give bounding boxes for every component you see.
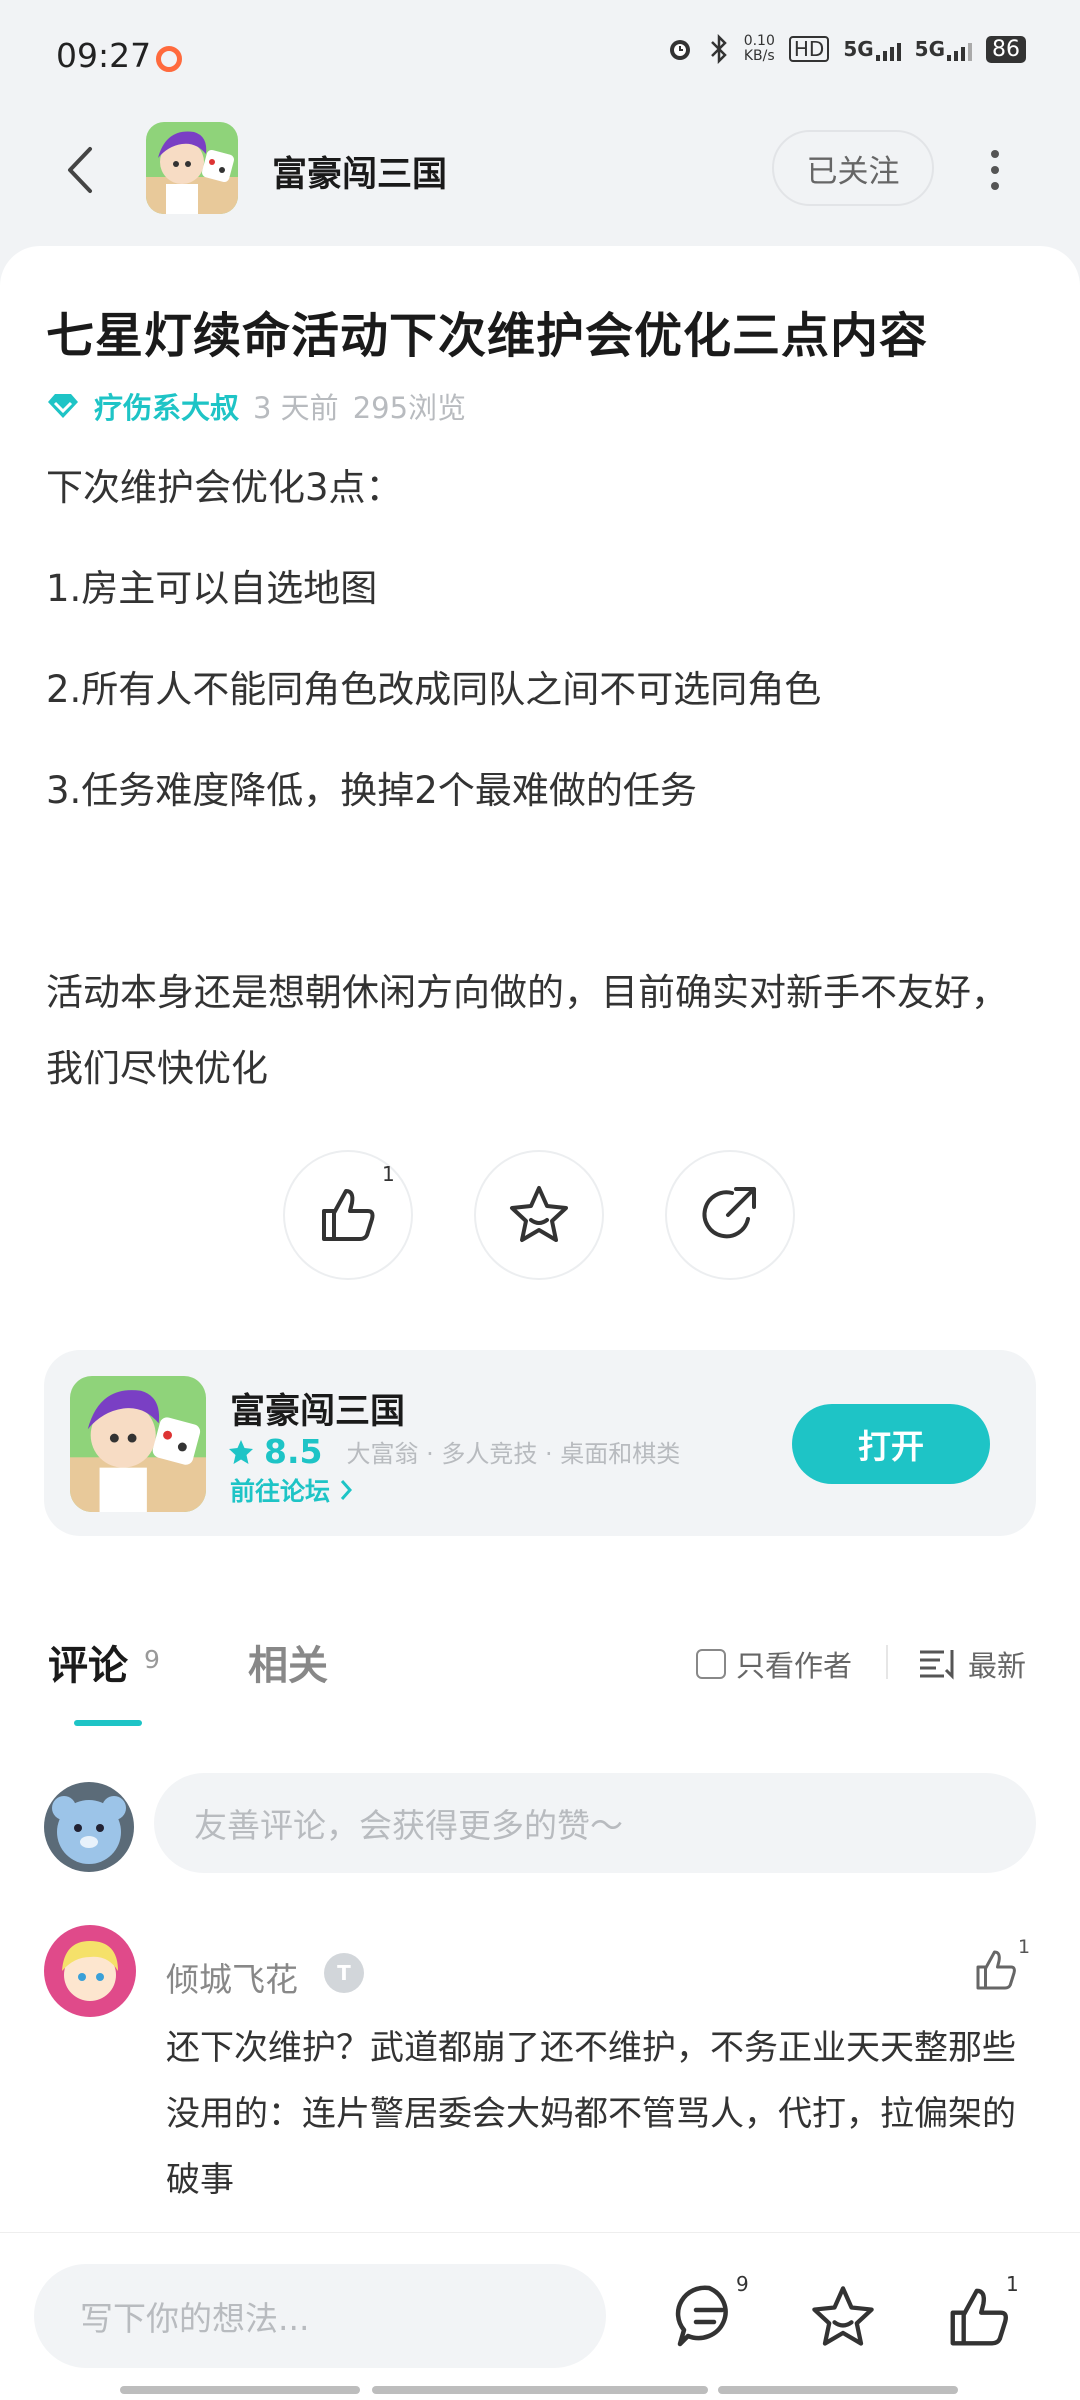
nav-pill	[718, 2386, 958, 2394]
game-score: 8.5	[264, 1432, 323, 1471]
game-rating-row: 8.5 大富翁 · 多人竞技 · 桌面和棋类	[228, 1432, 680, 1471]
comment-count: 9	[736, 2272, 749, 2296]
game-card-logo[interactable]	[70, 1376, 206, 1512]
post-views: 295浏览	[352, 391, 467, 425]
hd-icon: HD	[788, 36, 830, 62]
nav-pill	[120, 2386, 360, 2394]
post-paragraph: 下次维护会优化3点：	[46, 466, 403, 509]
game-card-name: 富豪闯三国	[230, 1392, 406, 1432]
sort-icon	[920, 1650, 954, 1680]
comment-like-count: 1	[1018, 1936, 1031, 1958]
share-button[interactable]	[665, 1150, 795, 1280]
signal-1: 5G	[843, 37, 901, 61]
battery-icon: 86	[986, 35, 1026, 63]
notification-dot-icon	[156, 46, 182, 72]
alarm-icon	[669, 40, 690, 60]
bottom-like-count: 1	[1006, 2272, 1019, 2296]
my-avatar[interactable]	[44, 1782, 134, 1872]
tab-comments-count: 9	[144, 1645, 160, 1674]
signal-2: 5G	[915, 37, 972, 61]
chevron-right-icon	[340, 1480, 353, 1500]
author-only-label: 只看作者	[736, 1649, 853, 1683]
post-paragraph: 活动本身还是想朝休闲方向做的，目前确实对新手不友好，我们尽快优化	[46, 971, 1008, 1090]
active-tab-indicator	[74, 1720, 142, 1726]
back-arrow-icon[interactable]	[58, 145, 108, 195]
post-paragraph: 2.所有人不能同角色改成同队之间不可选同角色	[46, 668, 822, 711]
status-icons: 0.10 KB/s HD 5G 5G 86	[666, 34, 1026, 64]
post-paragraph: 3.任务难度降低，换掉2个最难做的任务	[46, 769, 697, 812]
game-tags: 大富翁 · 多人竞技 · 桌面和棋类	[346, 1440, 681, 1468]
sort-label: 最新	[968, 1649, 1027, 1683]
comment-author-name[interactable]: 倾城飞花	[166, 1953, 298, 2001]
post-paragraph: 1.房主可以自选地图	[46, 567, 378, 610]
star-icon	[510, 1186, 568, 1242]
header-game-title[interactable]: 富豪闯三国	[272, 146, 447, 197]
signal-bars-icon	[875, 43, 901, 61]
open-game-button[interactable]: 打开	[792, 1404, 990, 1484]
tab-comments[interactable]: 评论	[48, 1633, 128, 1691]
more-options-icon[interactable]	[982, 148, 1008, 192]
game-logo[interactable]	[146, 122, 238, 214]
favorite-button[interactable]	[474, 1150, 604, 1280]
status-time: 09:27	[56, 36, 152, 75]
thumbs-up-icon[interactable]	[944, 2282, 1014, 2352]
comment-bubble-icon[interactable]	[674, 2282, 744, 2352]
signal-bars-icon	[947, 43, 972, 61]
tab-related[interactable]: 相关	[248, 1633, 328, 1691]
favorite-icon[interactable]	[808, 2282, 878, 2352]
bluetooth-icon	[710, 34, 727, 64]
comment-text: 还下次维护？武道都崩了还不维护，不务正业天天整那些没用的：连片警居委会大妈都不管…	[166, 2028, 1016, 2200]
thumbs-up-icon	[322, 1189, 375, 1241]
author-only-filter[interactable]: 只看作者	[696, 1643, 852, 1685]
post-time: 3 天前	[253, 391, 339, 425]
follow-button[interactable]: 已关注	[772, 130, 934, 206]
user-level-badge: T	[324, 1953, 364, 1993]
post-body: 下次维护会优化3点： 1.房主可以自选地图 2.所有人不能同角色改成同队之间不可…	[46, 450, 1036, 1132]
net-speed: 0.10 KB/s	[743, 33, 775, 64]
divider	[886, 1645, 888, 1679]
reply-input[interactable]: 写下你的想法...	[34, 2264, 606, 2368]
comment-avatar[interactable]	[44, 1925, 136, 2017]
forum-link-label: 前往论坛	[230, 1477, 331, 1506]
share-icon	[702, 1187, 756, 1239]
comment-like-icon[interactable]	[972, 1946, 1020, 1994]
post-title: 七星灯续命活动下次维护会优化三点内容	[46, 308, 929, 364]
diamond-badge-icon	[48, 394, 78, 418]
forum-link[interactable]: 前往论坛	[230, 1472, 354, 1508]
rating-star-icon	[229, 1439, 253, 1464]
post-paragraph-empty	[46, 854, 1036, 930]
comment-input[interactable]: 友善评论，会获得更多的赞～	[154, 1773, 1036, 1873]
like-count: 1	[382, 1162, 395, 1186]
sort-button[interactable]: 最新	[918, 1643, 1026, 1685]
author-name[interactable]: 疗伤系大叔	[94, 385, 239, 427]
author-only-checkbox[interactable]	[696, 1649, 726, 1679]
nav-pill	[372, 2386, 708, 2394]
author-row: 疗伤系大叔 3 天前 295浏览	[46, 385, 466, 427]
